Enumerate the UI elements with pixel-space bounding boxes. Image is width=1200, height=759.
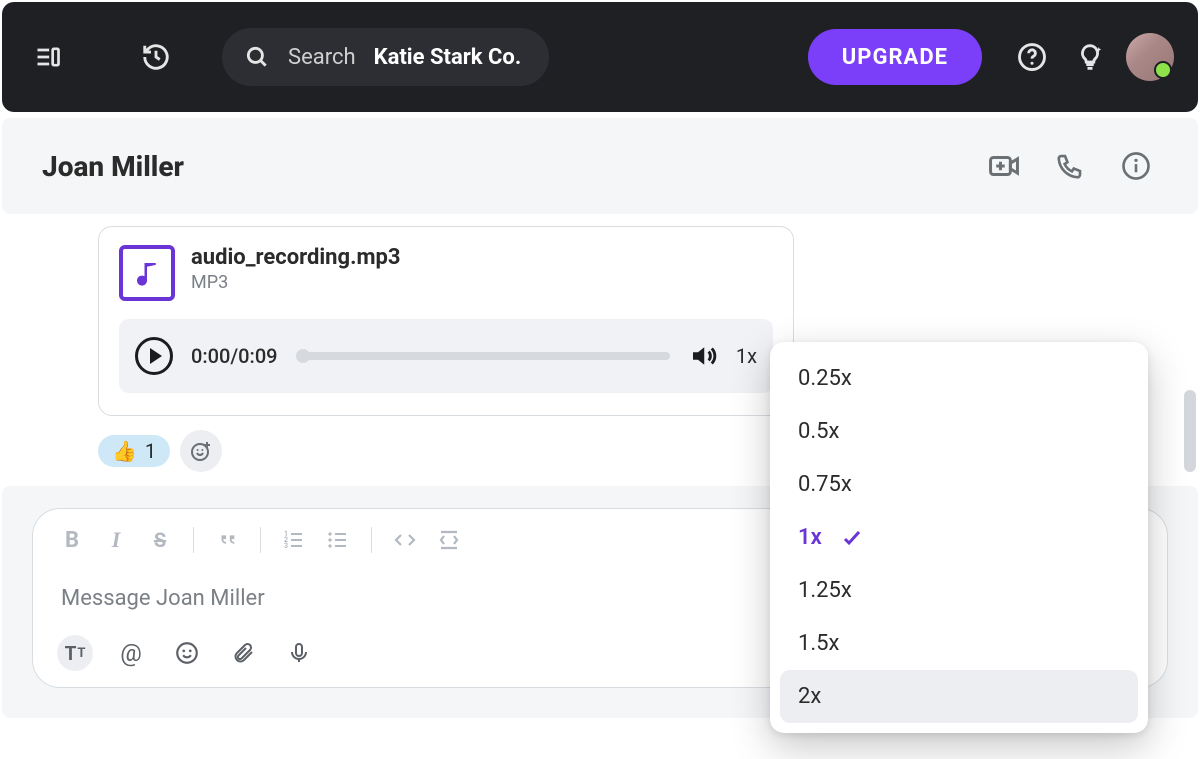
italic-button[interactable]: I — [101, 525, 131, 555]
ordered-list-button[interactable]: 123 — [279, 525, 309, 555]
emoji-button[interactable] — [169, 635, 205, 671]
code-button[interactable] — [390, 525, 420, 555]
speed-option[interactable]: 1.25x — [780, 564, 1138, 617]
audio-player: 0:00/0:09 1x — [119, 319, 773, 393]
ideas-icon[interactable] — [1068, 35, 1112, 79]
upgrade-button[interactable]: UPGRADE — [808, 29, 982, 85]
search-box[interactable]: Search Katie Stark Co. — [222, 28, 549, 86]
speed-option[interactable]: 0.75x — [780, 458, 1138, 511]
add-reaction-button[interactable] — [180, 430, 222, 472]
reaction-count: 1 — [145, 439, 156, 463]
topbar: Search Katie Stark Co. UPGRADE — [2, 2, 1198, 112]
playback-speed-menu: 0.25x0.5x0.75x1x1.25x1.5x2x — [770, 342, 1148, 733]
strike-button[interactable]: S — [145, 525, 175, 555]
panel-toggle-icon[interactable] — [26, 35, 70, 79]
search-context: Katie Stark Co. — [374, 45, 522, 70]
audio-message-card: audio_recording.mp3 MP3 0:00/0:09 1x — [98, 226, 794, 416]
code-block-button[interactable] — [434, 525, 464, 555]
voice-record-button[interactable] — [281, 635, 317, 671]
speed-option[interactable]: 1.5x — [780, 617, 1138, 670]
info-icon[interactable] — [1114, 144, 1158, 188]
quote-button[interactable] — [212, 525, 242, 555]
file-name: audio_recording.mp3 — [191, 245, 401, 270]
scrollbar-thumb[interactable] — [1184, 390, 1196, 472]
audio-file-icon — [119, 245, 175, 301]
seek-track[interactable] — [296, 352, 670, 360]
file-header: audio_recording.mp3 MP3 — [119, 245, 773, 301]
history-icon[interactable] — [134, 35, 178, 79]
play-button[interactable] — [135, 337, 173, 375]
volume-icon[interactable] — [688, 341, 718, 371]
text-format-toggle[interactable]: TT — [57, 635, 93, 671]
chat-header: Joan Miller — [2, 118, 1198, 214]
search-placeholder: Search — [288, 45, 356, 70]
svg-text:3: 3 — [284, 542, 288, 550]
video-call-icon[interactable] — [982, 144, 1026, 188]
unordered-list-button[interactable] — [323, 525, 353, 555]
file-type: MP3 — [191, 272, 401, 293]
phone-call-icon[interactable] — [1048, 144, 1092, 188]
speed-button[interactable]: 1x — [736, 344, 757, 368]
bold-button[interactable]: B — [57, 525, 87, 555]
thumbsup-icon: 👍 — [112, 439, 137, 463]
mention-button[interactable]: @ — [113, 635, 149, 671]
upgrade-label: UPGRADE — [842, 45, 948, 70]
reaction-thumbsup[interactable]: 👍 1 — [98, 435, 170, 467]
speed-option[interactable]: 0.25x — [780, 352, 1138, 405]
help-icon[interactable] — [1010, 35, 1054, 79]
message-placeholder: Message Joan Miller — [61, 586, 265, 611]
search-icon — [244, 44, 270, 70]
speed-option[interactable]: 1x — [780, 511, 1138, 564]
file-meta: audio_recording.mp3 MP3 — [191, 245, 401, 293]
chat-title: Joan Miller — [42, 150, 184, 183]
attachment-button[interactable] — [225, 635, 261, 671]
time-display: 0:00/0:09 — [191, 344, 278, 368]
avatar[interactable] — [1126, 33, 1174, 81]
speed-option[interactable]: 0.5x — [780, 405, 1138, 458]
speed-option[interactable]: 2x — [780, 670, 1138, 723]
